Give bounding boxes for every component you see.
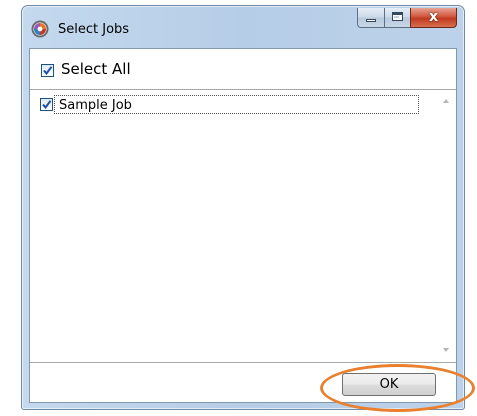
ok-button[interactable]: OK	[342, 373, 436, 396]
close-button[interactable]: x	[410, 8, 457, 28]
maximize-icon	[392, 12, 403, 21]
job-checkbox[interactable]	[40, 98, 53, 111]
caption-buttons: x	[357, 8, 457, 29]
checkmark-icon	[42, 100, 52, 110]
job-label-focus-box[interactable]: Sample Job	[54, 95, 419, 114]
minimize-button[interactable]	[357, 8, 384, 28]
select-all-label[interactable]: Select All	[61, 60, 131, 78]
dialog-footer: OK	[30, 363, 456, 402]
job-list[interactable]: Sample Job	[30, 90, 456, 363]
scroll-up-arrow-icon[interactable]	[443, 99, 449, 103]
list-item[interactable]: Sample Job	[30, 90, 456, 114]
scroll-down-arrow-icon[interactable]	[443, 348, 449, 352]
checkmark-icon	[43, 66, 53, 76]
maximize-button[interactable]	[384, 8, 410, 28]
window-title: Select Jobs	[58, 22, 130, 37]
dialog-content: Select All Sample Job OK	[29, 48, 457, 403]
select-all-checkbox[interactable]	[41, 64, 54, 77]
title-bar[interactable]: Select Jobs x	[22, 6, 464, 48]
close-icon: x	[428, 9, 439, 25]
select-jobs-dialog: Select Jobs x Select All Sample Job OK	[21, 5, 465, 410]
select-all-row: Select All	[30, 49, 456, 90]
app-logo-icon	[31, 20, 49, 38]
job-label: Sample Job	[59, 98, 132, 113]
minimize-icon	[366, 19, 376, 22]
